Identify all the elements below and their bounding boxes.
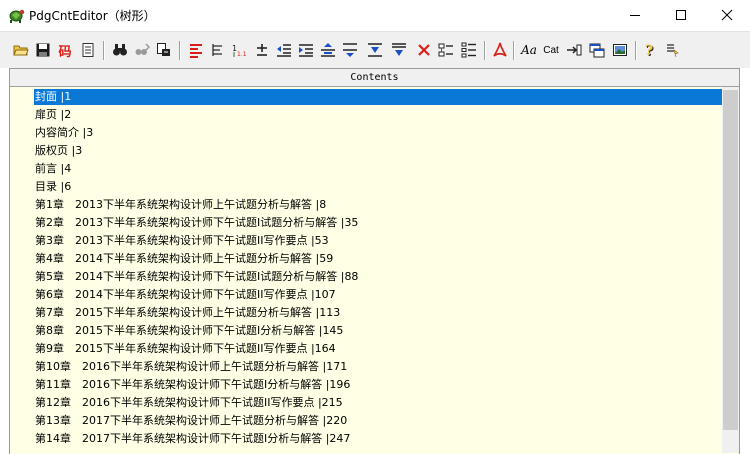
- tree-item[interactable]: 第13章 2017下半年系统架构设计师上午试题分析与解答 |220: [34, 413, 349, 429]
- minimize-icon: [630, 15, 640, 16]
- pdf-icon: [493, 42, 507, 57]
- window-icon: [589, 43, 605, 58]
- save-icon: [36, 43, 50, 57]
- move-up-button[interactable]: [318, 40, 338, 60]
- notepad-button[interactable]: [78, 40, 98, 60]
- tree-item[interactable]: 目录 |6: [34, 179, 73, 195]
- tree-item[interactable]: 第7章 2015下半年系统架构设计师上午试题分析与解答 |113: [34, 305, 342, 321]
- tree-item[interactable]: 前言 |4: [34, 161, 73, 177]
- tree-item[interactable]: 版权页 |3: [34, 143, 84, 159]
- tree-item[interactable]: 第11章 2016下半年系统架构设计师下午试题I分析与解答 |196: [34, 377, 352, 393]
- tree-item[interactable]: 封面 |1: [34, 89, 722, 105]
- tree-item[interactable]: 第5章 2014下半年系统架构设计师下午试题I试题分析与解答 |88: [34, 269, 360, 285]
- tree-item[interactable]: 第9章 2015下半年系统架构设计师下午试题II写作要点 |164: [34, 341, 338, 357]
- image-button[interactable]: [610, 40, 630, 60]
- number-icon: 11.1: [232, 44, 247, 58]
- help-button[interactable]: ??: [640, 40, 660, 60]
- find-next-button[interactable]: [132, 40, 152, 60]
- toolbar-separator: [103, 41, 105, 60]
- tree-item[interactable]: 第8章 2015下半年系统架构设计师下午试题I分析与解答 |145: [34, 323, 345, 339]
- contents-header[interactable]: Contents: [10, 69, 739, 87]
- contents-tree-panel: Contents 封面 |1 扉页 |2 内容简介 |3 版权页 |3 前言 |…: [9, 68, 740, 454]
- plus-minus-button[interactable]: [252, 40, 272, 60]
- scrollbar-thumb[interactable]: [723, 90, 738, 430]
- code-button[interactable]: 码: [55, 40, 75, 60]
- insert-above-button[interactable]: [365, 40, 385, 60]
- align-left-button[interactable]: [186, 40, 206, 60]
- expand-icon: [461, 42, 476, 58]
- tree-item[interactable]: 第2章 2013下半年系统架构设计师下午试题I试题分析与解答 |35: [34, 215, 360, 231]
- insert-below-icon: [392, 43, 406, 56]
- open-button[interactable]: [11, 40, 31, 60]
- tree-item[interactable]: 第14章 2017下半年系统架构设计师下午试题I分析与解答 |247: [34, 431, 352, 447]
- maximize-button[interactable]: [658, 0, 704, 30]
- save-button[interactable]: [33, 40, 53, 60]
- pdf-button[interactable]: [490, 40, 510, 60]
- outdent-button[interactable]: [274, 40, 294, 60]
- notepad-icon: [82, 43, 94, 57]
- image-icon: [613, 44, 627, 56]
- collapse-button[interactable]: [436, 40, 456, 60]
- find-button[interactable]: [110, 40, 130, 60]
- tree-item[interactable]: 扉页 |2: [34, 107, 73, 123]
- contents-tree[interactable]: 封面 |1 扉页 |2 内容简介 |3 版权页 |3 前言 |4 目录 |6 第…: [10, 87, 722, 453]
- find-next-icon: [135, 43, 150, 55]
- about-button[interactable]: [662, 40, 682, 60]
- tree-item[interactable]: 第10章 2016下半年系统架构设计师上午试题分析与解答 |171: [34, 359, 349, 375]
- app-turtle-icon: [7, 6, 25, 24]
- toolbar-separator: [513, 41, 515, 60]
- tree-item[interactable]: 第4章 2014下半年系统架构设计师上午试题分析与解答 |59: [34, 251, 335, 267]
- close-button[interactable]: [704, 0, 750, 30]
- number-button[interactable]: 1 1.1: [230, 40, 250, 60]
- tree-indent-button[interactable]: [208, 40, 228, 60]
- binoculars-icon: [113, 44, 127, 56]
- delete-button[interactable]: [414, 40, 434, 60]
- goto-button[interactable]: [564, 40, 584, 60]
- code-icon: 码: [58, 44, 72, 60]
- minimize-button[interactable]: [612, 0, 658, 30]
- tree-item[interactable]: 第1章 2013下半年系统架构设计师上午试题分析与解答 |8: [34, 197, 328, 213]
- catalog-icon: Cat: [543, 44, 559, 56]
- move-down-button[interactable]: [340, 40, 360, 60]
- about-icon: [667, 44, 679, 58]
- maximize-icon: [676, 10, 686, 20]
- help-icon: ??: [645, 43, 654, 58]
- close-icon: [721, 9, 733, 21]
- move-down-icon: [343, 43, 357, 57]
- indent-icon: [299, 44, 313, 57]
- indent-button[interactable]: [296, 40, 316, 60]
- font-icon: Aa: [521, 43, 537, 57]
- font-button[interactable]: Aa: [519, 40, 539, 60]
- toolbar-separator: [179, 41, 181, 60]
- catalog-button[interactable]: Cat: [541, 40, 561, 60]
- tree-item[interactable]: 第12章 2016下半年系统架构设计师下午试题II写作要点 |215: [34, 395, 345, 411]
- tree-item[interactable]: 内容简介 |3: [34, 125, 95, 141]
- move-up-icon: [321, 43, 335, 57]
- vertical-scrollbar[interactable]: [722, 87, 739, 453]
- outdent-icon: [277, 44, 291, 57]
- window-title: PdgCntEditor（树形）: [29, 9, 156, 23]
- tree-item[interactable]: 第6章 2014下半年系统架构设计师下午试题II写作要点 |107: [34, 287, 338, 303]
- plus-minus-icon: [257, 44, 267, 56]
- insert-above-icon: [368, 43, 382, 57]
- expand-button[interactable]: [459, 40, 479, 60]
- replace-button[interactable]: [154, 40, 174, 60]
- align-left-icon: [190, 44, 202, 58]
- insert-below-button[interactable]: [389, 40, 409, 60]
- toolbar-separator: [484, 41, 486, 60]
- collapse-icon: [438, 43, 453, 57]
- svg-text:1.1: 1.1: [237, 51, 247, 58]
- open-icon: [13, 45, 29, 56]
- title-bar: PdgCntEditor（树形）: [0, 0, 750, 31]
- goto-icon: [567, 44, 582, 56]
- delete-icon: [418, 44, 430, 56]
- replace-icon: [157, 43, 170, 56]
- tree-indent-icon: [212, 44, 222, 56]
- window-button[interactable]: [587, 40, 607, 60]
- tree-item[interactable]: 第3章 2013下半年系统架构设计师下午试题II写作要点 |53: [34, 233, 331, 249]
- svg-text:?: ?: [645, 43, 653, 58]
- toolbar: 码 1 1.1 Aa Cat ? ?: [0, 31, 750, 68]
- toolbar-separator: [635, 41, 637, 60]
